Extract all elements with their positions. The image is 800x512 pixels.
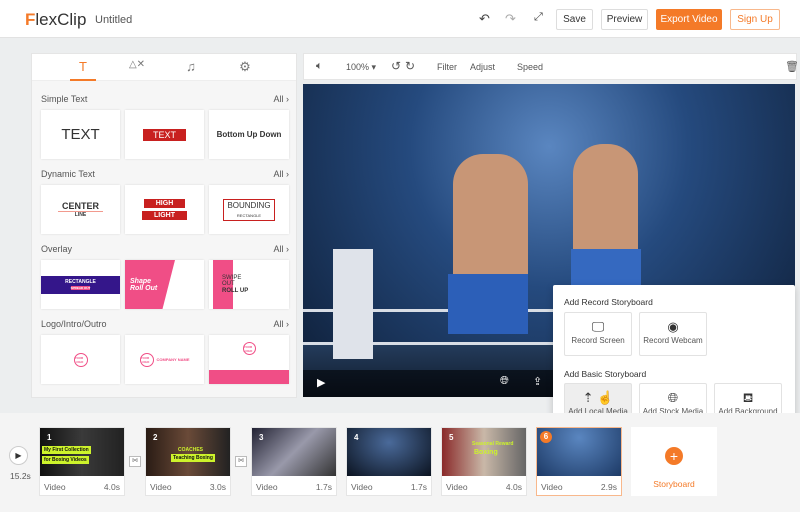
template-card[interactable]: TEXT [125,110,204,159]
rotate-left-icon[interactable]: ↺ [391,59,401,73]
clip[interactable]: 3 Video 1.7s [251,427,337,496]
add-storyboard-button[interactable]: + Storyboard [631,427,717,496]
filter-button[interactable]: Filter [437,62,457,72]
clip[interactable]: 1 My First Collection for Boxing Videos Vid… [39,427,125,496]
template-card[interactable]: CENTER LINE [41,185,120,234]
template-card[interactable]: YOUR LOGO [41,335,120,384]
tab-elements[interactable]: △✕ [124,59,150,80]
total-duration: 15.2s [10,471,31,481]
record-screen-button[interactable]: 🖵 Record Screen [564,312,632,356]
shorts [448,274,528,334]
logo: FlexClip [25,10,87,29]
transition-button[interactable]: ⋈ [129,456,141,467]
section-overlay: Overlay All › [41,244,289,254]
sign-up-button[interactable]: Sign Up [730,9,780,30]
globe-icon[interactable]: 🌐︎ [500,375,509,388]
speed-button[interactable]: Speed [517,62,543,72]
clip-selected[interactable]: 6 Video 2.9s [536,427,622,496]
monitor-icon: 🖵 [591,319,605,334]
adjust-button[interactable]: Adjust [470,62,495,72]
template-card[interactable]: SWIPE OUT ROLL UP [209,260,289,309]
all-link[interactable]: All › [273,319,289,329]
template-card[interactable]: BOUNDING RECTANGLE [209,185,289,234]
play-icon[interactable]: ▶ [317,376,325,389]
clip-toolbar: 🔈︎ 100% ▾ ↺ ↻ Filter Adjust Speed 🗑︎ [303,53,799,80]
plus-icon: + [665,447,683,465]
template-card[interactable]: TEXT [41,110,120,159]
boxer-left [453,154,528,289]
all-link[interactable]: All › [273,94,289,104]
rotate-right-icon[interactable]: ↻ [405,59,415,73]
delete-icon[interactable]: 🗑︎ [785,60,799,73]
template-card[interactable]: RECTANGLE SPREAD OUT [41,260,120,309]
globe-icon: 🌐︎ [667,390,679,405]
preview-button[interactable]: Preview [601,9,648,30]
fullscreen-icon[interactable]: ⤢ [534,11,543,24]
upload-icon: ⇡ ☝ [582,390,614,405]
paint-bucket-icon: ⛾ [742,390,754,405]
section-simple-text: Simple Text All › [41,94,289,104]
template-card[interactable]: Shape Roll Out [125,260,204,309]
zoom-dropdown[interactable]: 100% ▾ [346,62,376,73]
export-video-button[interactable]: Export Video [656,9,722,30]
template-card[interactable]: HIGH LIGHT [125,185,204,234]
record-webcam-button[interactable]: ◉ Record Webcam [639,312,707,356]
template-card[interactable]: YOUR LOGO [209,335,289,384]
clip[interactable]: 5 Seasonal Reward Boxing Video 4.0s [441,427,527,496]
redo-icon[interactable]: ↷ [505,11,516,27]
all-link[interactable]: All › [273,169,289,179]
project-title[interactable]: Untitled [95,14,132,26]
clip[interactable]: 4 Video 1.7s [346,427,432,496]
text-panel: T △✕ ♫ ⚙ Simple Text All › TEXT TEXT Bott… [31,53,297,398]
basic-storyboard-heading: Add Basic Storyboard [564,369,647,379]
tab-text[interactable]: T [70,59,96,81]
transition-button[interactable]: ⋈ [235,456,247,467]
volume-icon[interactable]: 🔈︎ [316,60,323,73]
undo-icon[interactable]: ↶ [479,11,490,27]
webcam-icon: ◉ [667,319,679,334]
save-button[interactable]: Save [556,9,593,30]
all-link[interactable]: All › [273,244,289,254]
record-storyboard-heading: Add Record Storyboard [564,297,653,307]
top-bar: FlexClip Untitled ↶ ↷ ⤢ Save Preview Exp… [0,0,800,38]
corner-post [333,249,373,359]
tab-settings[interactable]: ⚙ [232,59,258,80]
template-card[interactable]: Bottom Up Down [209,110,289,159]
tab-music[interactable]: ♫ [178,59,204,80]
section-logo-intro-outro: Logo/Intro/Outro All › [41,319,289,329]
upload-icon[interactable]: ⇪ [533,375,542,388]
clip[interactable]: 2 COACHES Teaching Boxing Video 3.0s [145,427,231,496]
section-dynamic-text: Dynamic Text All › [41,169,289,179]
template-card[interactable]: YOUR LOGO COMPANY NAME [125,335,204,384]
timeline: ▶ 15.2s 1 My First Collection for Boxing V… [0,413,800,512]
timeline-play-button[interactable]: ▶ [9,446,28,465]
